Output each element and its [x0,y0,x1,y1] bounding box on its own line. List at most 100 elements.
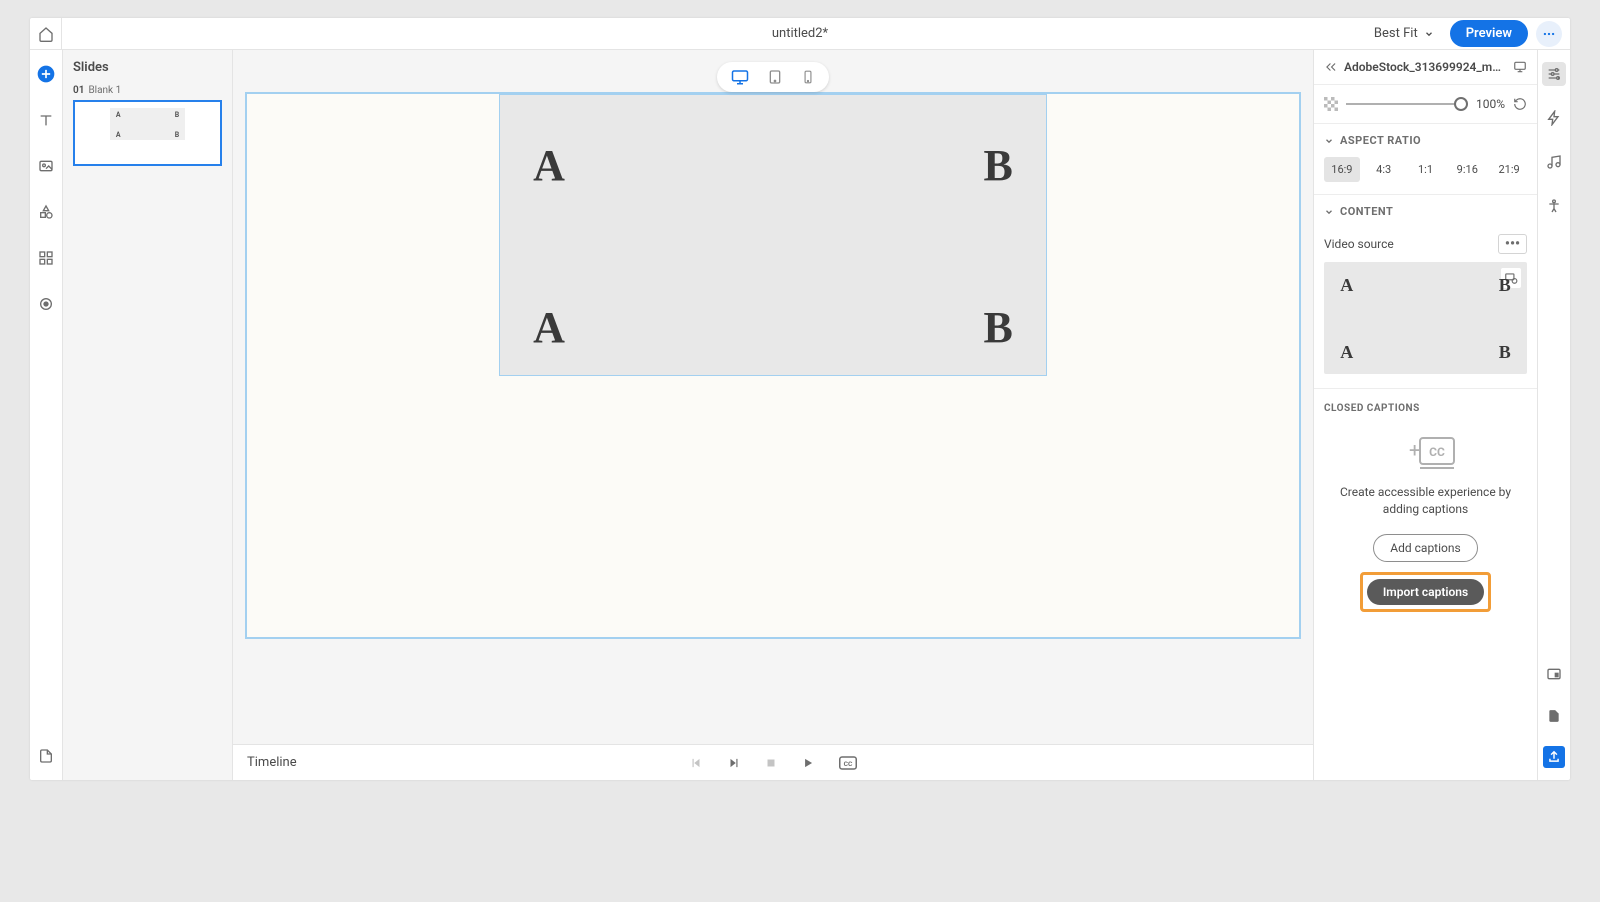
slide-thumbnail[interactable]: A B A B [73,100,222,166]
tablet-icon [767,69,783,85]
video-source-more-button[interactable]: ••• [1498,234,1527,254]
record-icon [38,296,54,312]
ratio-1-1[interactable]: 1:1 [1408,157,1444,182]
shapes-tool-button[interactable] [34,200,58,224]
widgets-tool-button[interactable] [34,246,58,270]
ratio-9-16[interactable]: 9:16 [1449,157,1485,182]
document-panel-button[interactable] [1542,704,1566,728]
content-label: CONTENT [1340,205,1393,218]
media-tool-button[interactable] [34,154,58,178]
slide-canvas[interactable]: A B A B [245,92,1301,639]
record-tool-button[interactable] [34,292,58,316]
preview-button[interactable]: Preview [1450,20,1528,47]
skip-back-icon [689,756,703,770]
notes-button[interactable] [34,744,58,768]
image-icon [38,158,54,174]
ratio-21-9[interactable]: 21:9 [1491,157,1527,182]
opacity-slider-thumb[interactable] [1454,97,1468,111]
properties-panel-button[interactable] [1542,62,1566,86]
video-source-label: Video source [1324,237,1394,251]
inspector-header: AdobeStock_313699924_mp4_1 [1314,50,1537,85]
video-content-letter: B [983,140,1012,191]
desktop-icon [731,68,749,86]
layout-panel-button[interactable] [1542,662,1566,686]
opacity-reset-button[interactable] [1513,97,1527,111]
inspector-detach-button[interactable] [1513,60,1527,74]
video-object[interactable]: A B A B [499,94,1046,376]
closed-captions-buttons: Add captions Import captions [1324,534,1527,612]
video-source-thumbnail[interactable]: A B A B [1324,262,1527,374]
video-content-letter: B [983,302,1012,353]
chevron-down-icon [1424,29,1434,39]
plus-circle-icon [36,64,56,84]
video-source-row: Video source ••• [1324,234,1527,254]
timeline-next-button[interactable] [727,756,741,770]
timeline-prev-button[interactable] [689,756,703,770]
view-mode-select[interactable]: Best Fit [1366,22,1442,45]
shapes-icon [38,204,54,220]
more-horizontal-icon [1542,27,1556,41]
aspect-ratio-header[interactable]: ASPECT RATIO [1314,124,1537,157]
audio-panel-button[interactable] [1542,150,1566,174]
slide-number: 01 [73,85,84,96]
chevron-down-icon [1324,136,1334,146]
aspect-ratio-label: ASPECT RATIO [1340,134,1421,147]
share-button[interactable] [1543,746,1565,768]
content-body: Video source ••• A B A B [1314,228,1537,388]
device-tablet-button[interactable] [767,68,783,86]
text-icon [38,112,54,128]
chevron-double-left-icon [1324,60,1338,74]
left-rail [30,50,63,780]
timeline-bar: Timeline CC [233,744,1313,780]
ratio-4-3[interactable]: 4:3 [1366,157,1402,182]
reset-icon [1513,97,1527,111]
timeline-controls: CC [689,756,857,770]
svg-text:CC: CC [1429,445,1445,459]
aspect-ratio-options: 16:9 4:3 1:1 9:16 21:9 [1314,157,1537,194]
cc-add-icon: + CC [1394,430,1458,472]
content-header[interactable]: CONTENT [1314,195,1537,228]
add-slide-button[interactable] [34,62,58,86]
text-tool-button[interactable] [34,108,58,132]
import-captions-button[interactable]: Import captions [1367,579,1484,605]
chevron-down-icon [1324,207,1334,217]
closed-captions-label: CLOSED CAPTIONS [1324,403,1527,414]
timeline-stop-button[interactable] [765,757,777,769]
home-icon [38,26,54,42]
top-right-controls: Best Fit Preview [1366,20,1570,47]
closed-captions-illustration: + CC [1324,430,1527,472]
aspect-ratio-section: ASPECT RATIO 16:9 4:3 1:1 9:16 21:9 [1314,124,1537,195]
timeline-cc-button[interactable]: CC [839,756,857,770]
canvas-area[interactable]: A B A B [233,50,1313,744]
device-desktop-button[interactable] [731,68,749,86]
add-captions-button[interactable]: Add captions [1373,534,1477,562]
timeline-label[interactable]: Timeline [233,755,297,770]
stop-icon [765,757,777,769]
device-switcher [717,62,829,92]
inspector-back-button[interactable] [1324,60,1338,74]
import-captions-highlight: Import captions [1360,572,1491,612]
opacity-slider[interactable] [1346,103,1468,105]
bolt-icon [1546,110,1562,126]
cc-icon: CC [839,756,857,770]
video-content-letter: A [533,302,565,353]
document-icon [1547,708,1561,724]
timeline-play-button[interactable] [801,756,815,770]
app-frame: untitled2* Best Fit Preview [30,18,1570,780]
device-mobile-button[interactable] [801,68,815,86]
home-button[interactable] [30,18,62,50]
inspector-panel: AdobeStock_313699924_mp4_1 100% ASPE [1313,50,1537,780]
closed-captions-description: Create accessible experience by adding c… [1324,484,1527,518]
more-button[interactable] [1536,21,1562,47]
animation-panel-button[interactable] [1542,106,1566,130]
share-icon [1547,750,1561,764]
layout-icon [1546,666,1562,682]
ratio-16-9[interactable]: 16:9 [1324,157,1360,182]
view-mode-label: Best Fit [1374,26,1418,41]
accessibility-panel-button[interactable] [1542,194,1566,218]
slide-item[interactable]: 01Blank 1 A B A B [63,81,232,170]
slide-label: 01Blank 1 [73,85,222,96]
play-icon [801,756,815,770]
canvas-column: A B A B Timeline CC [233,50,1313,780]
content-section: CONTENT Video source ••• A B A B [1314,195,1537,389]
